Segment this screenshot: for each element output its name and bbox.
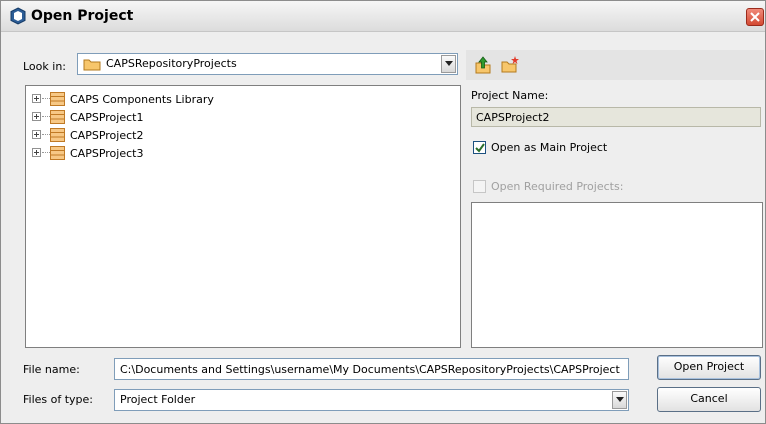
tree-item-label: CAPS Components Library bbox=[70, 93, 214, 106]
project-name-field: CAPSProject2 bbox=[471, 107, 761, 127]
project-icon bbox=[50, 146, 65, 160]
project-icon bbox=[50, 110, 65, 124]
tree-item[interactable]: CAPSProject1 bbox=[30, 108, 450, 126]
look-in-dropdown-button[interactable] bbox=[441, 55, 456, 73]
open-project-button-label: Open Project bbox=[673, 360, 745, 373]
files-of-type-value: Project Folder bbox=[120, 393, 196, 406]
tree-item[interactable]: CAPS Components Library bbox=[30, 90, 450, 108]
tree-item-label: CAPSProject2 bbox=[70, 129, 144, 142]
open-required-label: Open Required Projects: bbox=[491, 180, 624, 193]
expand-toggle-icon[interactable] bbox=[32, 94, 41, 103]
netbeans-logo-icon bbox=[10, 7, 26, 25]
project-icon bbox=[50, 128, 65, 142]
project-name-value: CAPSProject2 bbox=[476, 111, 550, 124]
open-project-button[interactable]: Open Project bbox=[657, 355, 761, 380]
close-icon bbox=[750, 12, 760, 22]
new-folder-icon[interactable] bbox=[500, 55, 520, 75]
navigation-toolbar bbox=[466, 50, 764, 80]
window-title: Open Project bbox=[31, 8, 134, 24]
look-in-combobox[interactable]: CAPSRepositoryProjects bbox=[77, 53, 458, 75]
look-in-value: CAPSRepositoryProjects bbox=[106, 57, 237, 70]
tree-item-label: CAPSProject1 bbox=[70, 111, 144, 124]
project-tree[interactable]: CAPS Components Library CAPSProject1 CAP… bbox=[25, 85, 461, 348]
files-of-type-combobox[interactable]: Project Folder bbox=[114, 389, 629, 411]
files-of-type-dropdown-button[interactable] bbox=[612, 391, 627, 409]
expand-toggle-icon[interactable] bbox=[32, 148, 41, 157]
open-required-checkbox[interactable] bbox=[473, 180, 486, 193]
cancel-button[interactable]: Cancel bbox=[657, 387, 761, 412]
file-name-label: File name: bbox=[23, 363, 80, 376]
folder-icon bbox=[83, 59, 101, 71]
required-projects-list[interactable] bbox=[471, 202, 763, 348]
up-folder-icon[interactable] bbox=[473, 55, 493, 75]
close-button[interactable] bbox=[746, 8, 764, 26]
title-bar[interactable]: Open Project bbox=[1, 1, 765, 32]
chevron-down-icon bbox=[445, 61, 453, 66]
tree-item-label: CAPSProject3 bbox=[70, 147, 144, 160]
files-of-type-label: Files of type: bbox=[23, 393, 94, 406]
open-project-dialog: Open Project Look in: CAPSRepositoryProj… bbox=[0, 0, 766, 424]
cancel-button-label: Cancel bbox=[690, 392, 728, 405]
chevron-down-icon bbox=[616, 397, 624, 402]
file-name-text[interactable] bbox=[115, 359, 628, 379]
expand-toggle-icon[interactable] bbox=[32, 130, 41, 139]
look-in-label: Look in: bbox=[23, 60, 66, 73]
open-as-main-checkbox[interactable] bbox=[473, 141, 486, 154]
tree-item[interactable]: CAPSProject2 bbox=[30, 126, 450, 144]
project-name-label: Project Name: bbox=[471, 89, 549, 102]
project-icon bbox=[50, 92, 65, 106]
tree-item[interactable]: CAPSProject3 bbox=[30, 144, 450, 162]
expand-toggle-icon[interactable] bbox=[32, 112, 41, 121]
open-as-main-label[interactable]: Open as Main Project bbox=[491, 141, 607, 154]
checkmark-icon bbox=[475, 143, 485, 153]
file-name-input[interactable] bbox=[114, 358, 629, 380]
